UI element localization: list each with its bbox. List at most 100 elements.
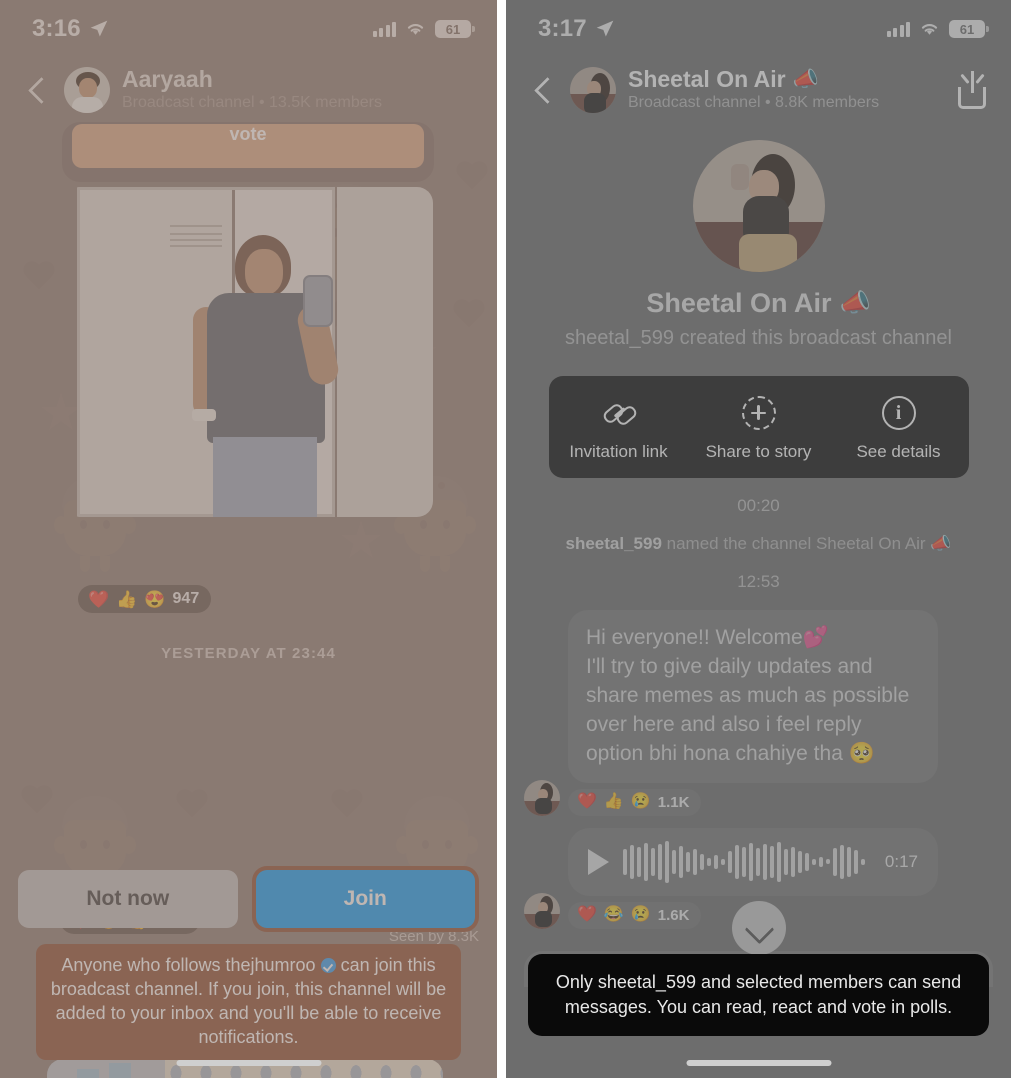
day-divider: YESTERDAY AT 23:44	[161, 645, 336, 662]
wifi-icon	[407, 24, 424, 35]
action-label: Share to story	[705, 442, 812, 461]
reaction-pill[interactable]: ❤️ 👍 😢 1.1K	[568, 788, 702, 816]
voice-duration: 0:17	[884, 851, 918, 871]
status-time: 3:17	[538, 15, 587, 42]
status-bar: 3:16 61	[0, 0, 497, 58]
chat-scroll-area[interactable]: Sheetal On Air 📣 sheetal_599 created thi…	[506, 130, 1011, 987]
system-message: sheetal_599 named the channel Sheetal On…	[524, 534, 993, 554]
channel-subtitle: Broadcast channel • 8.8K members	[628, 94, 880, 112]
sender-avatar[interactable]	[524, 892, 560, 929]
location-arrow-icon	[596, 20, 614, 37]
channel-title-text: Sheetal On Air	[628, 66, 786, 93]
back-button[interactable]	[22, 75, 52, 105]
home-indicator	[176, 1060, 321, 1066]
message-timestamp: 00:20	[737, 496, 780, 515]
join-prompt-sheet: Not now Join Anyone who follows thejhumr…	[0, 866, 497, 1078]
text-message-bubble[interactable]: Hi everyone!! Welcome💕 I'll try to give …	[568, 610, 938, 783]
reaction-emoji: 😂	[603, 906, 624, 924]
wifi-icon	[921, 24, 938, 35]
poll-message-partial[interactable]: vote	[62, 122, 434, 182]
chevron-down-icon[interactable]	[731, 900, 786, 955]
audio-waveform[interactable]	[623, 840, 871, 884]
cellular-signal-icon	[886, 21, 910, 37]
join-button-highlight: Join	[251, 866, 479, 933]
join-prompt-buttons: Not now Join	[18, 866, 479, 933]
share-to-story-action[interactable]: Share to story	[689, 396, 829, 462]
channel-title: Sheetal On Air 📣	[628, 66, 943, 93]
play-icon[interactable]	[588, 848, 609, 875]
message-timestamp: 12:53	[737, 572, 780, 591]
info-icon: i	[881, 396, 916, 430]
home-indicator	[686, 1060, 831, 1066]
hero-name-text: Sheetal On Air	[646, 288, 832, 318]
channel-actions-card: Invitation link Share to story i See det…	[548, 376, 969, 478]
reaction-pill[interactable]: ❤️ 👍 😍 947	[78, 585, 212, 613]
back-button[interactable]	[528, 75, 558, 105]
channel-header: Sheetal On Air 📣 Broadcast channel • 8.8…	[506, 58, 1011, 130]
reaction-emoji: 😢	[630, 793, 651, 811]
action-label: Invitation link	[569, 442, 668, 461]
status-right: 61	[372, 20, 475, 38]
photo-message[interactable]	[65, 187, 433, 517]
link-icon	[602, 396, 636, 430]
battery-indicator: 61	[949, 20, 989, 38]
channel-subtitle: Broadcast channel • 13.5K members	[122, 94, 382, 112]
status-left: 3:17	[538, 15, 615, 43]
reaction-emoji: 👍	[603, 793, 624, 811]
status-left: 3:16	[32, 15, 109, 43]
channel-title-text: Aaryaah	[122, 66, 213, 93]
reaction-count: 1.6K	[657, 906, 690, 924]
panel-gutter	[497, 0, 506, 1078]
megaphone-emoji-icon: 📣	[930, 534, 952, 553]
channel-header: Aaryaah Broadcast channel • 13.5K member…	[0, 58, 497, 130]
channel-avatar[interactable]	[570, 67, 616, 113]
channel-title: Aaryaah	[122, 66, 475, 93]
poll-vote-label[interactable]: vote	[72, 124, 424, 168]
megaphone-emoji-icon: 📣	[839, 289, 871, 317]
invitation-link-action[interactable]: Invitation link	[549, 396, 689, 462]
hero-channel-name: Sheetal On Air 📣	[524, 288, 993, 319]
hero-avatar[interactable]	[692, 140, 825, 272]
reaction-emoji: ❤️	[88, 589, 110, 609]
status-right: 61	[886, 20, 989, 38]
voice-message-row: 0:17 ❤️ 😂 😢 1.6K	[524, 827, 993, 955]
voice-message-bubble[interactable]: 0:17	[568, 827, 938, 896]
see-details-action[interactable]: i See details	[829, 396, 969, 462]
reaction-emoji: ❤️	[577, 793, 597, 811]
channel-avatar[interactable]	[64, 67, 110, 113]
hero-created-text: sheetal_599 created this broadcast chann…	[565, 327, 952, 349]
status-time: 3:16	[32, 15, 81, 42]
action-label: See details	[856, 442, 941, 461]
reaction-count: 947	[172, 590, 200, 607]
left-phone-screen: 3:16 61 Aaryaah Broadcast channel • 13.5…	[0, 0, 497, 1078]
permissions-toast: Only sheetal_599 and selected members ca…	[528, 953, 989, 1036]
megaphone-emoji-icon: 📣	[792, 68, 819, 92]
reaction-emoji: 😍	[144, 589, 166, 609]
message-row: Hi everyone!! Welcome💕 I'll try to give …	[524, 610, 993, 816]
reaction-emoji: 👍	[116, 589, 138, 609]
battery-indicator: 61	[435, 20, 475, 38]
channel-hero: Sheetal On Air 📣 sheetal_599 created thi…	[524, 130, 993, 350]
reaction-pill[interactable]: ❤️ 😂 😢 1.6K	[568, 901, 702, 929]
add-to-story-icon	[741, 396, 776, 430]
reaction-emoji: ❤️	[577, 906, 597, 924]
cellular-signal-icon	[372, 21, 396, 37]
sender-avatar[interactable]	[524, 779, 560, 816]
location-arrow-icon	[90, 20, 108, 37]
system-message-text: named the channel Sheetal On Air	[666, 534, 926, 553]
channel-header-meta: Aaryaah Broadcast channel • 13.5K member…	[122, 66, 475, 113]
channel-header-meta: Sheetal On Air 📣 Broadcast channel • 8.8…	[628, 66, 943, 113]
right-phone-screen: 3:17 61 Sheetal On Air 📣 Broadcast chann…	[506, 0, 1011, 1078]
system-message-user: sheetal_599	[565, 534, 662, 553]
reaction-emoji: 😢	[630, 906, 651, 924]
share-upload-icon[interactable]	[955, 71, 989, 109]
join-button[interactable]: Join	[255, 870, 475, 929]
status-bar: 3:17 61	[506, 0, 1011, 58]
not-now-button[interactable]: Not now	[18, 870, 238, 929]
message-stack: Hi everyone!! Welcome💕 I'll try to give …	[568, 610, 938, 816]
reaction-count: 1.1K	[657, 793, 690, 811]
join-info-note: Anyone who follows thejhumroo can join t…	[36, 944, 461, 1060]
dual-screenshot-stage: 3:16 61 Aaryaah Broadcast channel • 13.5…	[0, 0, 1011, 1078]
join-note-prefix: Anyone who follows thejhumroo	[61, 955, 316, 976]
verified-badge-icon	[320, 958, 336, 974]
